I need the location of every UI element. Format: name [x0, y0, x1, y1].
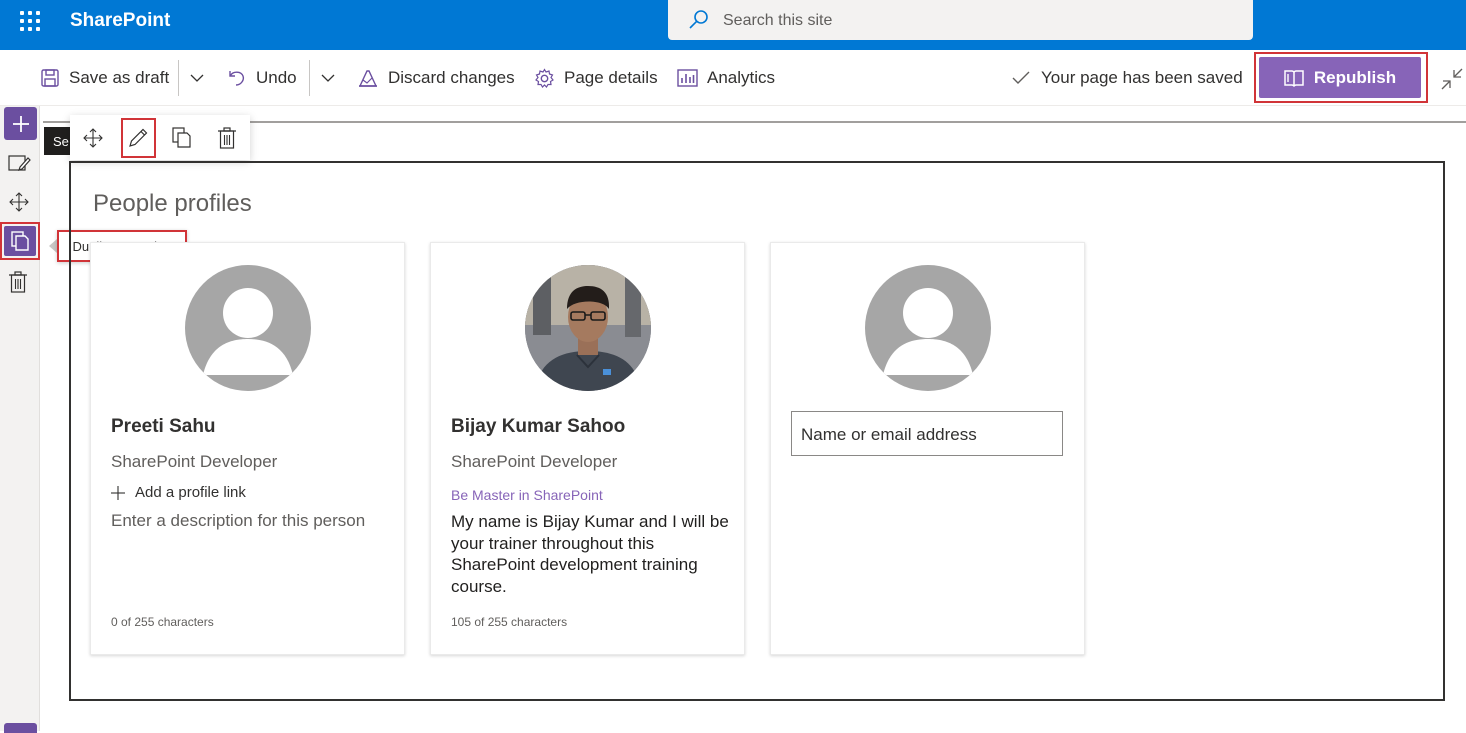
person-icon	[883, 288, 973, 375]
republish-label: Republish	[1313, 67, 1397, 87]
add-profile-link-label: Add a profile link	[135, 484, 246, 501]
description-field[interactable]: Enter a description for this person	[111, 511, 365, 531]
checkmark-icon	[1012, 71, 1030, 84]
discard-changes-button[interactable]: Discard changes	[357, 66, 515, 90]
person-role: SharePoint Developer	[111, 452, 278, 471]
divider	[178, 60, 179, 96]
profile-card[interactable]: Preeti Sahu SharePoint Developer Add a p…	[90, 242, 405, 655]
undo-button[interactable]: Undo	[227, 66, 297, 90]
save-status-text: Your page has been saved	[1041, 68, 1243, 87]
character-count: 105 of 255 characters	[451, 615, 568, 629]
person-description[interactable]: My name is Bijay Kumar and I will be you…	[451, 511, 731, 597]
pencil-icon[interactable]	[127, 127, 149, 149]
person-name[interactable]: Bijay Kumar Sahoo	[451, 416, 625, 438]
profile-photo-image	[525, 265, 651, 391]
discard-changes-label: Discard changes	[388, 68, 515, 87]
move-icon[interactable]	[8, 191, 30, 213]
person-icon	[203, 288, 293, 375]
page-details-label: Page details	[564, 68, 658, 87]
undo-label: Undo	[256, 68, 297, 87]
copy-icon[interactable]	[172, 127, 192, 149]
app-launcher-icon[interactable]	[18, 9, 42, 33]
avatar-placeholder[interactable]	[185, 265, 311, 391]
save-icon	[41, 69, 59, 87]
book-icon	[1284, 69, 1304, 87]
divider	[309, 60, 310, 96]
person-role: SharePoint Developer	[451, 452, 618, 471]
character-count: 0 of 255 characters	[111, 615, 214, 629]
discard-icon	[358, 70, 378, 87]
add-section-bottom-button[interactable]	[4, 723, 37, 733]
page-details-button[interactable]: Page details	[534, 66, 658, 90]
tooltip-arrow	[49, 239, 57, 253]
search-icon	[689, 10, 708, 29]
avatar-placeholder[interactable]	[865, 265, 991, 391]
search-input[interactable]: Search this site	[723, 12, 832, 30]
republish-button[interactable]: Republish	[1259, 57, 1421, 98]
analytics-button[interactable]: Analytics	[677, 66, 775, 90]
chevron-down-icon[interactable]	[189, 70, 205, 86]
analytics-label: Analytics	[707, 68, 776, 87]
profile-link[interactable]: Be Master in SharePoint	[451, 487, 603, 503]
undo-icon	[229, 71, 245, 86]
plus-icon	[12, 115, 29, 132]
plus-icon	[111, 485, 125, 500]
profile-card[interactable]: Name or email address	[770, 242, 1085, 655]
section-label: Se	[44, 127, 72, 155]
edit-section-icon[interactable]	[8, 153, 32, 173]
section-top-border	[43, 121, 1466, 123]
suite-bar: SharePoint Search this site	[0, 0, 1466, 50]
search-box[interactable]: Search this site	[668, 0, 1253, 40]
delete-icon[interactable]	[217, 127, 237, 149]
duplicate-section-button[interactable]	[4, 226, 36, 256]
app-name[interactable]: SharePoint	[70, 10, 170, 32]
add-section-button[interactable]	[4, 107, 37, 140]
profile-photo[interactable]	[525, 265, 651, 391]
delete-icon[interactable]	[8, 271, 28, 293]
save-as-draft-button[interactable]: Save as draft	[40, 66, 169, 90]
add-profile-link-button[interactable]: Add a profile link	[111, 484, 246, 501]
save-status: Your page has been saved	[1012, 68, 1243, 88]
webpart-toolbar	[70, 115, 250, 160]
gear-icon	[535, 67, 554, 88]
command-bar: Save as draft Undo Discard changes Page …	[0, 50, 1466, 106]
profile-card[interactable]: Bijay Kumar Sahoo SharePoint Developer B…	[430, 242, 745, 655]
name-or-email-input[interactable]: Name or email address	[791, 411, 1063, 456]
person-name[interactable]: Preeti Sahu	[111, 416, 216, 438]
collapse-icon[interactable]	[1441, 68, 1463, 90]
analytics-icon	[677, 69, 698, 87]
webpart-title[interactable]: People profiles	[93, 190, 252, 218]
chevron-down-icon[interactable]	[320, 70, 336, 86]
save-as-draft-label: Save as draft	[69, 68, 170, 87]
copy-icon	[11, 231, 29, 251]
move-icon[interactable]	[82, 127, 104, 149]
